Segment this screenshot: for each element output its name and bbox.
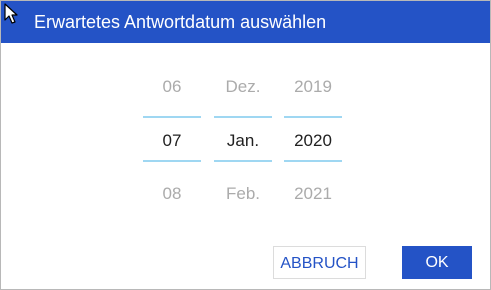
year-selection-divider-bottom [284, 160, 342, 162]
cancel-button[interactable]: ABBRUCH [273, 246, 366, 279]
year-prev-option[interactable]: 2019 [284, 77, 342, 97]
dialog-titlebar: Erwartetes Antwortdatum auswählen [1, 1, 490, 43]
day-selected-value[interactable]: 07 [143, 131, 201, 151]
month-selection-divider-top [214, 116, 272, 118]
day-prev-option[interactable]: 06 [143, 77, 201, 97]
dialog-title: Erwartetes Antwortdatum auswählen [34, 12, 327, 32]
month-selection-divider-bottom [214, 160, 272, 162]
year-selection-divider-top [284, 116, 342, 118]
day-selection-divider-bottom [143, 160, 201, 162]
date-picker-dialog: Erwartetes Antwortdatum auswählen 06 07 … [0, 0, 491, 290]
day-next-option[interactable]: 08 [143, 184, 201, 204]
year-selected-value[interactable]: 2020 [284, 131, 342, 151]
month-selected-value[interactable]: Jan. [214, 131, 272, 151]
month-next-option[interactable]: Feb. [214, 184, 272, 204]
year-next-option[interactable]: 2021 [284, 184, 342, 204]
ok-button[interactable]: OK [402, 246, 472, 279]
day-selection-divider-top [143, 116, 201, 118]
mouse-cursor-icon [4, 3, 18, 24]
month-prev-option[interactable]: Dez. [214, 77, 272, 97]
